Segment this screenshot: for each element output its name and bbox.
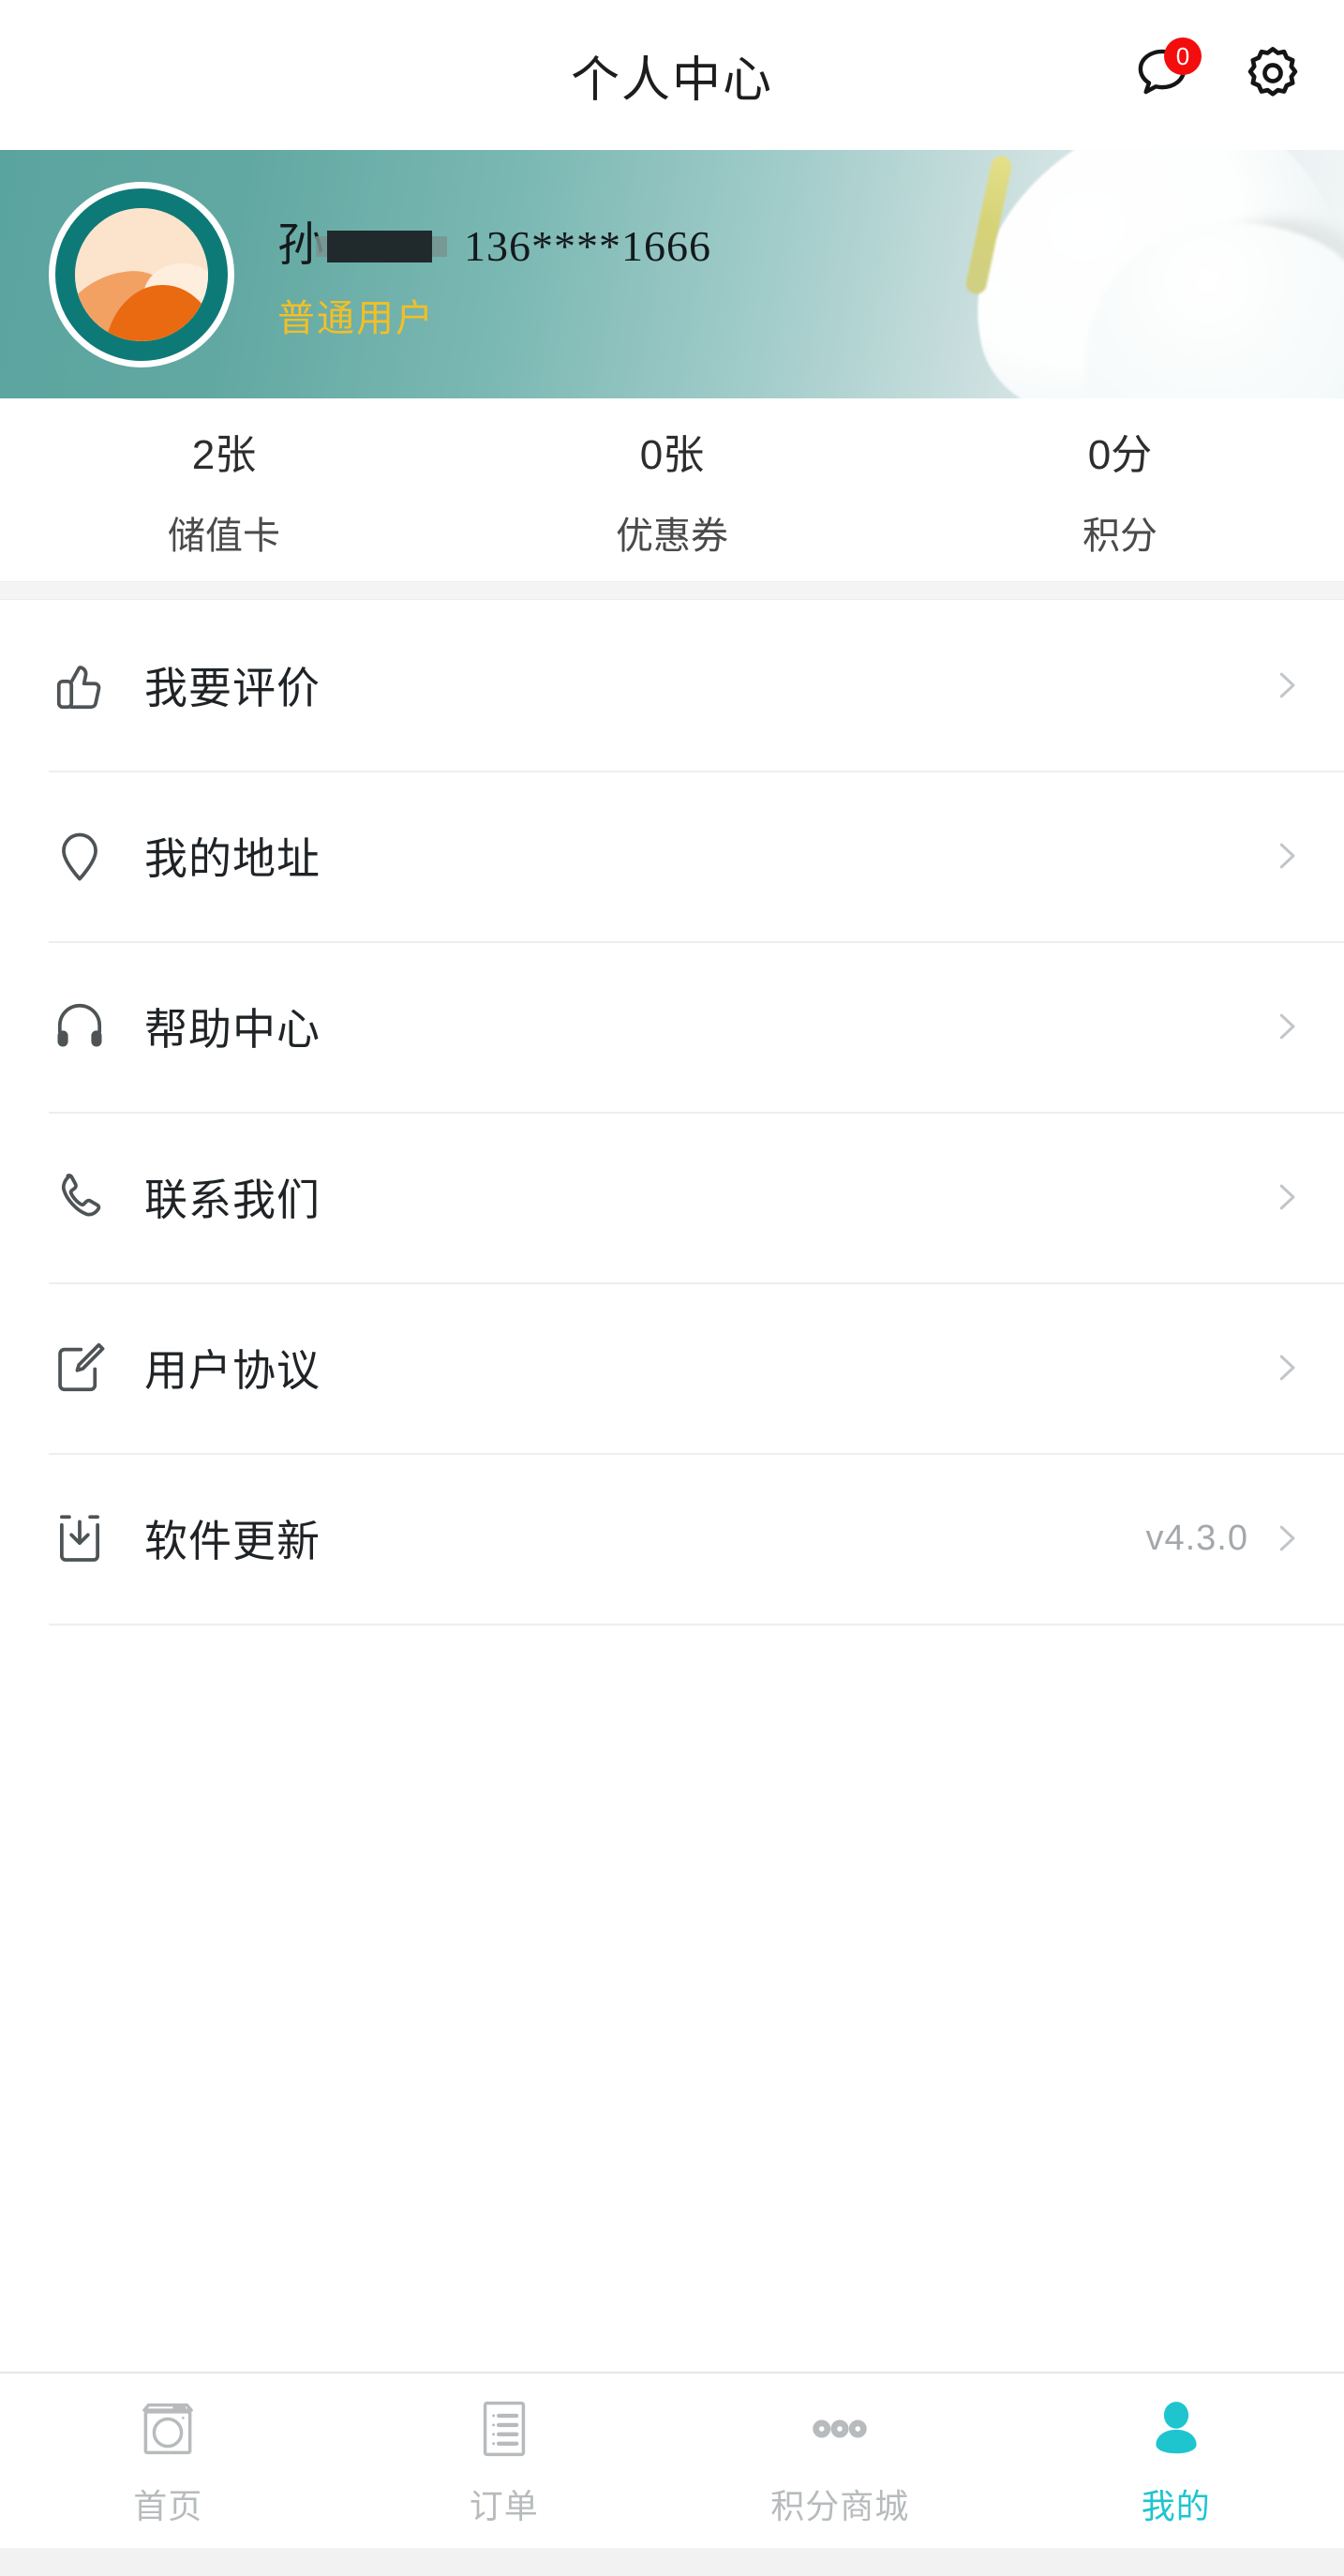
- stat-label: 储值卡: [168, 515, 280, 557]
- chevron-right-icon: [1267, 1178, 1305, 1216]
- page-title: 个人中心: [570, 52, 773, 108]
- tab-label: 订单: [469, 2487, 539, 2525]
- user-avatar-landscape-icon: [75, 207, 208, 341]
- tab-label: 我的: [1141, 2487, 1211, 2525]
- menu-item-user-agreement[interactable]: 用户协议: [0, 1282, 1344, 1453]
- stat-value: 0张: [639, 431, 705, 478]
- message-button[interactable]: 0: [1128, 37, 1202, 109]
- stat-coupons[interactable]: 0张 优惠券: [448, 421, 896, 560]
- menu-empty-space: [0, 1624, 1344, 2372]
- menu-item-label: 用户协议: [144, 1346, 321, 1395]
- washing-machine-icon: [135, 2393, 201, 2464]
- personal-center-screen: 个人中心 0 孙 136****1666 普通用户 2张 储值卡 0张 优惠券 …: [0, 0, 1344, 2576]
- tab-label: 首页: [133, 2487, 203, 2525]
- stat-points[interactable]: 0分 积分: [896, 421, 1344, 560]
- chevron-right-icon: [1267, 1349, 1305, 1386]
- stat-stored-value-card[interactable]: 2张 储值卡: [0, 421, 448, 560]
- chevron-right-icon: [1267, 666, 1305, 704]
- menu-item-label: 我的地址: [144, 834, 321, 883]
- three-dots-icon: [807, 2393, 873, 2464]
- avatar[interactable]: [49, 181, 234, 367]
- thumbs-up-icon: [49, 654, 111, 716]
- stat-value: 0分: [1087, 431, 1153, 478]
- order-list-icon: [471, 2393, 537, 2464]
- name-row: 孙 136****1666: [277, 207, 711, 275]
- menu-item-contact-us[interactable]: 联系我们: [0, 1112, 1344, 1282]
- profile-row[interactable]: 孙 136****1666 普通用户: [0, 150, 1344, 398]
- stat-label: 优惠券: [616, 515, 728, 557]
- chevron-right-icon: [1267, 1008, 1305, 1045]
- settings-button[interactable]: [1239, 41, 1307, 109]
- phone-icon: [49, 1166, 111, 1228]
- menu-item-label: 软件更新: [144, 1517, 321, 1565]
- stat-value: 2张: [191, 431, 257, 478]
- profile-text: 孙 136****1666 普通用户: [277, 207, 711, 342]
- chevron-right-icon: [1267, 1520, 1305, 1557]
- location-pin-icon: [49, 825, 111, 887]
- menu-item-software-update[interactable]: 软件更新 v4.3.0: [0, 1453, 1344, 1624]
- tab-label: 积分商城: [770, 2487, 910, 2525]
- home-indicator-area: [0, 2548, 1344, 2576]
- tab-mine[interactable]: 我的: [1008, 2374, 1344, 2548]
- menu-item-value: v4.3.0: [1145, 1518, 1248, 1558]
- person-icon: [1143, 2393, 1209, 2464]
- edit-document-icon: [49, 1337, 111, 1399]
- user-level-badge: 普通用户: [277, 297, 435, 339]
- headset-icon: [49, 996, 111, 1057]
- message-badge: 0: [1164, 37, 1202, 75]
- user-name: 孙: [277, 217, 325, 271]
- menu-list: 我要评价 我的地址 帮助中心 联系我们 用户协议 软件更新 v4.3.0: [0, 600, 1344, 2372]
- gear-icon: [1242, 42, 1304, 109]
- menu-item-label: 我要评价: [144, 664, 321, 712]
- stat-label: 积分: [1083, 515, 1157, 557]
- page-header: 个人中心 0: [0, 0, 1344, 150]
- name-redaction-bar: [327, 230, 432, 262]
- menu-item-address[interactable]: 我的地址: [0, 771, 1344, 941]
- download-icon: [49, 1507, 111, 1569]
- menu-item-help-center[interactable]: 帮助中心: [0, 941, 1344, 1112]
- user-phone: 136****1666: [464, 221, 711, 270]
- section-divider: [0, 581, 1344, 600]
- stats-row: 2张 储值卡 0张 优惠券 0分 积分: [0, 398, 1344, 581]
- profile-banner: 孙 136****1666 普通用户: [0, 150, 1344, 398]
- menu-item-label: 帮助中心: [144, 1005, 321, 1054]
- menu-item-label: 联系我们: [144, 1176, 321, 1224]
- tab-home[interactable]: 首页: [0, 2374, 336, 2548]
- menu-item-review[interactable]: 我要评价: [0, 600, 1344, 771]
- chevron-right-icon: [1267, 837, 1305, 875]
- tab-points-mall[interactable]: 积分商城: [672, 2374, 1008, 2548]
- tab-orders[interactable]: 订单: [336, 2374, 673, 2548]
- bottom-tab-bar: 首页 订单 积分商城 我的: [0, 2372, 1344, 2548]
- header-actions: 0: [1128, 37, 1307, 109]
